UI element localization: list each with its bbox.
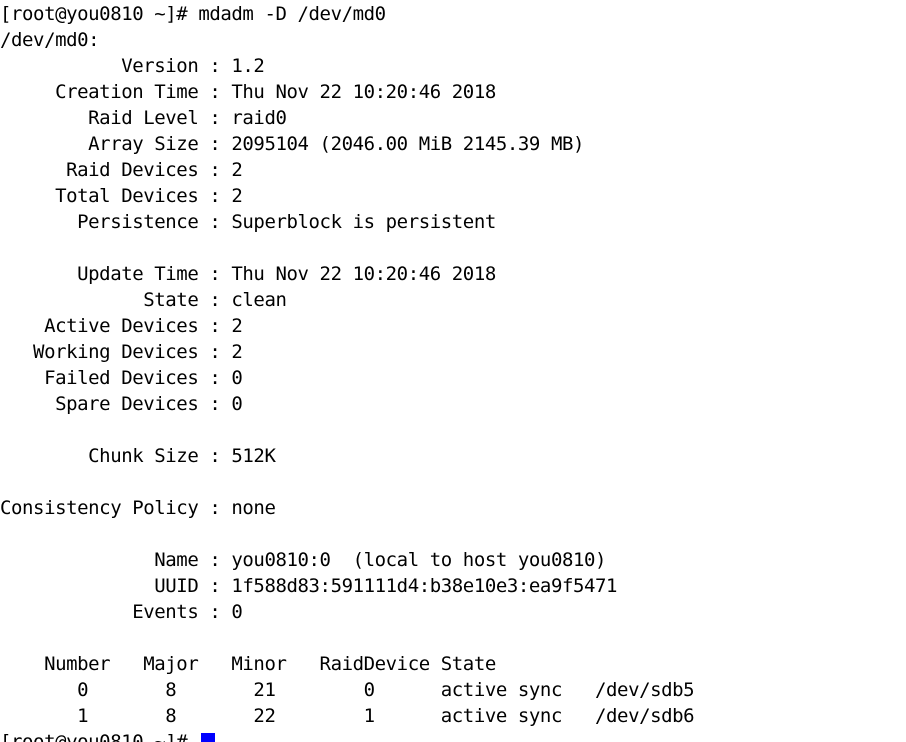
detail-active-devices: Active Devices : 2 — [0, 315, 243, 337]
detail-name: Name : you0810:0 (local to host you0810) — [0, 549, 607, 571]
detail-spare-devices: Spare Devices : 0 — [0, 393, 243, 415]
detail-events: Events : 0 — [0, 601, 243, 623]
final-prompt-line[interactable]: [root@you0810 ~]# — [0, 729, 906, 742]
detail-total-devices: Total Devices : 2 — [0, 185, 243, 207]
device-header-line: /dev/md0: — [0, 29, 100, 51]
detail-creation-time: Creation Time : Thu Nov 22 10:20:46 2018 — [0, 81, 496, 103]
detail-raid-devices: Raid Devices : 2 — [0, 159, 243, 181]
detail-uuid: UUID : 1f588d83:591111d4:b38e10e3:ea9f54… — [0, 575, 618, 597]
table-row: 0 8 21 0 active sync /dev/sdb5 — [0, 679, 695, 701]
detail-persistence: Persistence : Superblock is persistent — [0, 211, 496, 233]
detail-consistency-policy: Consistency Policy : none — [0, 497, 276, 519]
text-cursor — [201, 733, 216, 742]
detail-failed-devices: Failed Devices : 0 — [0, 367, 243, 389]
detail-chunk-size: Chunk Size : 512K — [0, 445, 276, 467]
detail-update-time: Update Time : Thu Nov 22 10:20:46 2018 — [0, 263, 496, 285]
device-table-header: Number Major Minor RaidDevice State — [0, 653, 496, 675]
detail-working-devices: Working Devices : 2 — [0, 341, 243, 363]
detail-raid-level: Raid Level : raid0 — [0, 107, 287, 129]
command-line: [root@you0810 ~]# mdadm -D /dev/md0 — [0, 3, 386, 25]
detail-array-size: Array Size : 2095104 (2046.00 MiB 2145.3… — [0, 133, 585, 155]
table-row: 1 8 22 1 active sync /dev/sdb6 — [0, 705, 695, 727]
terminal-screen: [root@you0810 ~]# mdadm -D /dev/md0 /dev… — [0, 1, 906, 742]
detail-state: State : clean — [0, 289, 287, 311]
terminal-window[interactable]: [root@you0810 ~]# mdadm -D /dev/md0 /dev… — [0, 0, 906, 742]
detail-version: Version : 1.2 — [0, 55, 265, 77]
prompt-text: [root@you0810 ~]# — [0, 731, 188, 742]
